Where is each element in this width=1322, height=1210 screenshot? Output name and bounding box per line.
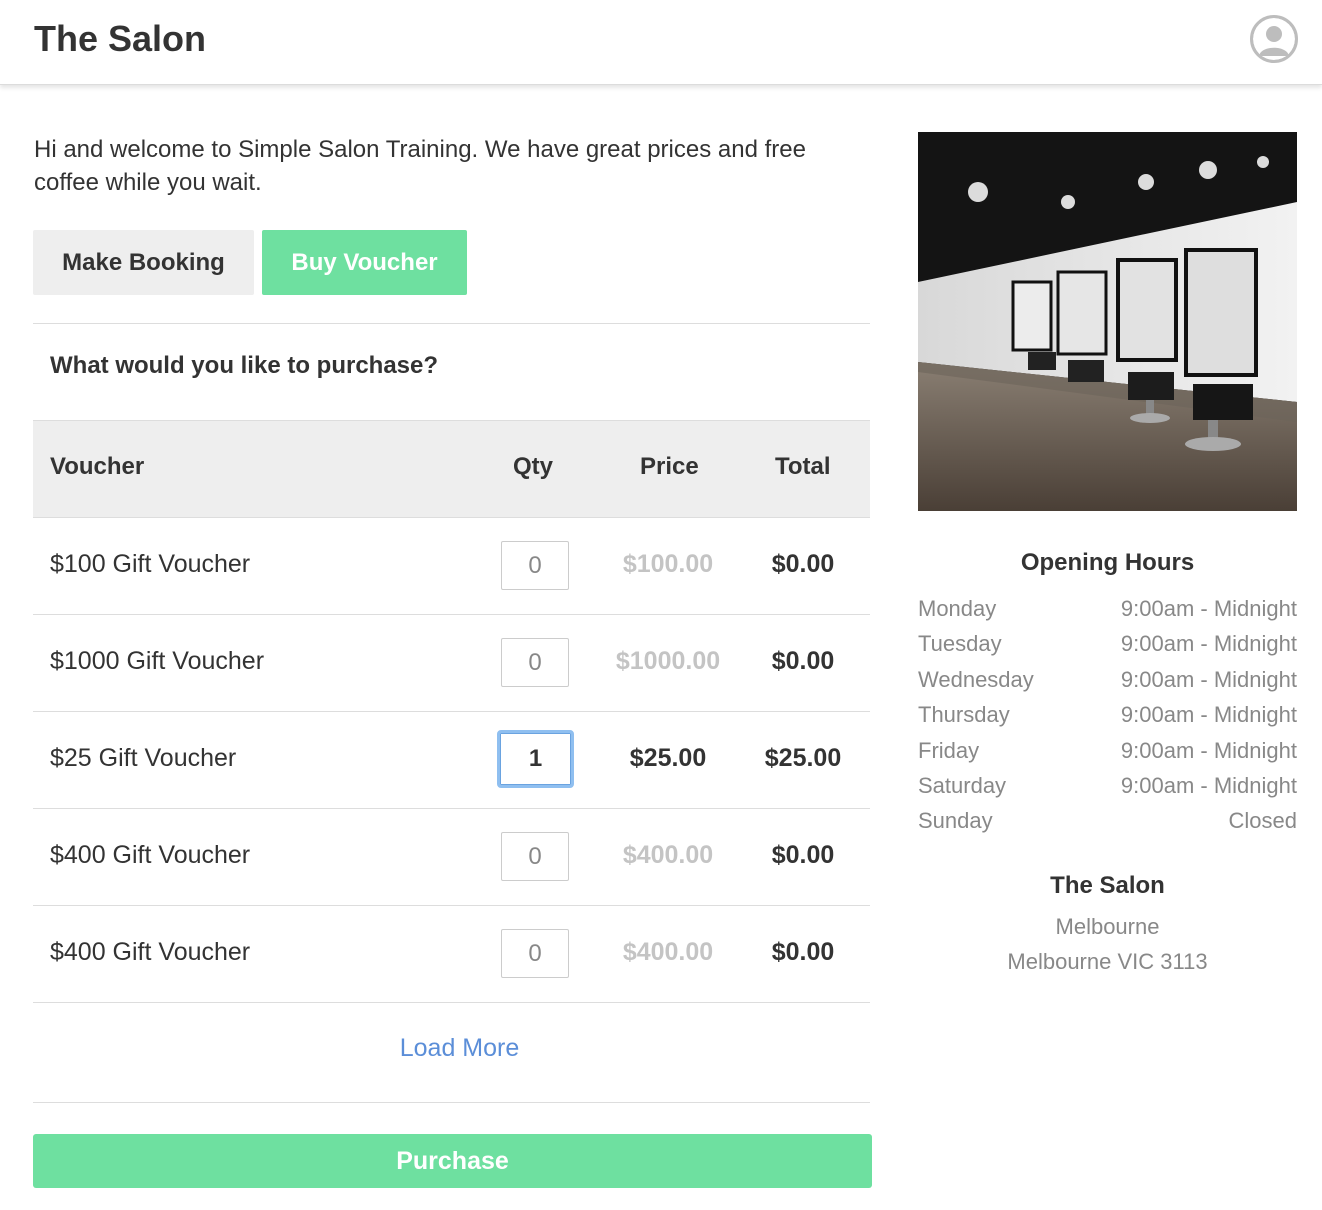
hours-time: 9:00am - Midnight [1120, 738, 1297, 763]
hours-time: 9:00am - Midnight [1120, 667, 1297, 692]
header-voucher: Voucher [50, 453, 145, 480]
hours-day: Monday [918, 596, 997, 621]
hours-row: Tuesday 9:00am - Midnight [918, 631, 1297, 661]
table-row: $25 Gift Voucher 1 $25.00 $25.00 [33, 712, 870, 809]
table-header: Voucher Qty Price Total [33, 420, 870, 518]
table-row: $400 Gift Voucher 0 $400.00 $0.00 [33, 809, 870, 906]
salon-address-line1: Melbourne [1055, 914, 1160, 939]
purchase-button[interactable]: Purchase [33, 1134, 872, 1188]
table-row: $100 Gift Voucher 0 $100.00 $0.00 [33, 518, 870, 615]
opening-hours-title: Opening Hours [1020, 549, 1195, 576]
voucher-total: $0.00 [771, 938, 835, 966]
hours-day: Tuesday [918, 631, 1002, 656]
header-total: Total [775, 453, 831, 480]
voucher-name: $25 Gift Voucher [50, 744, 237, 772]
hours-time: 9:00am - Midnight [1120, 596, 1297, 621]
hours-day: Sunday [918, 808, 993, 833]
welcome-text: Hi and welcome to Simple Salon Training.… [34, 136, 806, 196]
purchase-question: What would you like to purchase? [50, 352, 439, 379]
qty-input[interactable]: 0 [501, 638, 569, 687]
voucher-name: $400 Gift Voucher [50, 938, 251, 966]
salon-name: The Salon [1050, 872, 1165, 899]
hours-row: Monday 9:00am - Midnight [918, 596, 1297, 626]
hours-row: Saturday 9:00am - Midnight [918, 773, 1297, 803]
voucher-price: $400.00 [622, 938, 714, 966]
voucher-name: $400 Gift Voucher [50, 841, 251, 869]
voucher-total: $0.00 [771, 647, 835, 675]
hours-time: 9:00am - Midnight [1120, 702, 1297, 727]
voucher-total: $0.00 [771, 550, 835, 578]
top-header: The Salon [0, 0, 1322, 85]
header-price: Price [640, 453, 699, 480]
voucher-price: $400.00 [622, 841, 714, 869]
voucher-price: $100.00 [622, 550, 714, 578]
hours-row: Friday 9:00am - Midnight [918, 738, 1297, 768]
header-qty: Qty [513, 453, 554, 480]
hours-day: Saturday [918, 773, 1007, 798]
qty-input[interactable]: 1 [497, 730, 574, 788]
hours-day: Wednesday [918, 667, 1034, 692]
hours-time: 9:00am - Midnight [1120, 773, 1297, 798]
table-row: $400 Gift Voucher 0 $400.00 $0.00 [33, 906, 870, 1003]
user-avatar-icon[interactable] [1250, 15, 1298, 63]
hours-day: Thursday [918, 702, 1010, 727]
voucher-name: $1000 Gift Voucher [50, 647, 265, 675]
divider [33, 1102, 870, 1103]
qty-input[interactable]: 0 [501, 929, 569, 978]
voucher-price: $25.00 [629, 744, 707, 772]
buy-voucher-button[interactable]: Buy Voucher [262, 230, 467, 295]
voucher-price: $1000.00 [615, 647, 721, 675]
salon-photo [918, 132, 1297, 511]
voucher-name: $100 Gift Voucher [50, 550, 251, 578]
make-booking-button[interactable]: Make Booking [33, 230, 254, 295]
voucher-total: $0.00 [771, 841, 835, 869]
hours-row: Thursday 9:00am - Midnight [918, 702, 1297, 732]
table-row: $1000 Gift Voucher 0 $1000.00 $0.00 [33, 615, 870, 712]
divider [33, 323, 870, 324]
load-more-link[interactable]: Load More [33, 1034, 886, 1063]
hours-time: 9:00am - Midnight [1120, 631, 1297, 656]
hours-time: Closed [1228, 808, 1297, 833]
page-title: The Salon [34, 18, 207, 59]
salon-address-line2: Melbourne VIC 3113 [1007, 949, 1208, 974]
voucher-total: $25.00 [764, 744, 842, 772]
hours-row: Sunday Closed [918, 808, 1297, 838]
qty-input[interactable]: 0 [501, 832, 569, 881]
qty-input[interactable]: 0 [501, 541, 569, 590]
hours-row: Wednesday 9:00am - Midnight [918, 667, 1297, 697]
hours-day: Friday [918, 738, 980, 763]
